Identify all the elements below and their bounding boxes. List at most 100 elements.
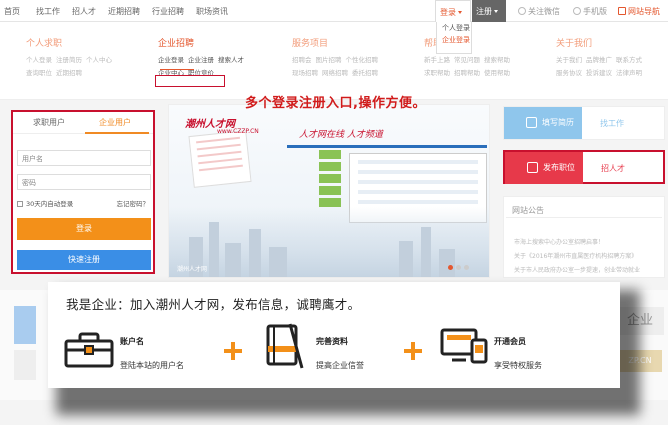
menu-column-title[interactable]: 个人求职 (26, 36, 116, 49)
skyline-tower (269, 247, 287, 277)
post-job-label: 发布职位 (543, 163, 575, 172)
banner-logo-url: www.CZZP.CN (217, 128, 259, 135)
resume-card: 填写简历 找工作 (503, 106, 665, 140)
menu-link[interactable]: 个人中心 (86, 56, 112, 64)
company-join-callout: 我是企业：加入潮州人才网，发布信息，诚聘鹰才。 账户名 登陆本站的用户名 完善资… (48, 282, 620, 388)
nav-recent-jobs[interactable]: 近期招聘 (108, 6, 140, 17)
tab-jobseeker[interactable]: 求职用户 (33, 117, 65, 128)
notice-item[interactable]: 市海上搜索中心办公室招聘启事！ (514, 237, 604, 246)
active-tab-underline (85, 132, 149, 134)
menu-link[interactable]: 投诉建议 (586, 69, 612, 77)
remember-checkbox[interactable] (17, 201, 23, 207)
banner-menu-graphic (319, 150, 341, 210)
step-profile-desc: 提高企业信誉 (316, 361, 364, 370)
menu-link[interactable]: 服务协议 (556, 69, 582, 77)
menu-column-services: 服务项目 招聘会 图片招聘 个性化招聘 现场招聘 网络招聘 委托招聘 (292, 36, 382, 80)
personal-login-option[interactable]: 个人登录 (437, 22, 471, 34)
password-input[interactable]: 密码 (17, 174, 151, 190)
banner-carousel[interactable]: 潮州人才网 www.CZZP.CN 人才网在线 人才频道 潮州人才网 (168, 104, 490, 278)
banner-screen-line (358, 160, 478, 164)
notice-item[interactable]: 关于市人民政府办公室一步提速，创业带动就业 (514, 265, 640, 274)
banner-document-line (197, 150, 242, 158)
menu-link[interactable]: 个人登录 (26, 56, 52, 64)
step-member-desc: 享受特权服务 (494, 361, 542, 370)
menu-link[interactable]: 近期招聘 (56, 69, 82, 77)
notice-item[interactable]: 关于《2016年潮州市直属医疗机构招聘方案》 (514, 251, 637, 260)
step-profile-title: 完善资料 (316, 337, 348, 346)
banner-pill (319, 162, 341, 171)
username-input[interactable]: 用户名 (17, 150, 151, 166)
nav-career-news[interactable]: 职场资讯 (196, 6, 228, 17)
menu-column-company: 企业招聘 企业登录 企业注册 搜索人才 企业中心 职位竞价 (158, 36, 248, 80)
plus-icon (224, 342, 242, 360)
menu-link[interactable]: 招聘帮助 (454, 69, 480, 77)
menu-link[interactable]: 关于我们 (556, 56, 582, 64)
login-dropdown: 个人登录 企业登录 (436, 22, 472, 54)
menu-link[interactable]: 图片招聘 (316, 56, 342, 64)
fill-resume-button[interactable]: 填写简历 (504, 107, 582, 139)
menu-link[interactable]: 联系方式 (616, 56, 642, 64)
forgot-password-link[interactable]: 忘记密码？ (117, 198, 150, 208)
banner-slogan: 人才网在线 人才频道 (299, 130, 383, 140)
recruit-talent-link[interactable]: 招人才 (601, 163, 625, 174)
carousel-dot[interactable] (464, 265, 469, 270)
menu-link[interactable]: 查询职位 (26, 69, 52, 77)
post-job-button[interactable]: 发布职位 (505, 152, 583, 184)
password-placeholder: 密码 (22, 179, 36, 187)
menu-column-title[interactable]: 关于我们 (556, 36, 646, 49)
login-button[interactable]: 登录 (17, 218, 151, 240)
site-notice: 网站公告 市海上搜索中心办公室招聘启事！ 关于《2016年潮州市直属医疗机构招聘… (503, 196, 665, 278)
menu-link[interactable]: 常见问题 (454, 56, 480, 64)
carousel-dots (445, 263, 469, 272)
step-account-title: 账户名 (120, 337, 144, 346)
mobile-link[interactable]: 手机版 (573, 6, 607, 17)
menu-column-title[interactable]: 企业招聘 (158, 36, 248, 49)
edit-icon (526, 117, 537, 128)
menu-link[interactable]: 搜索人才 (218, 56, 244, 64)
login-tabs: 求职用户 企业用户 (13, 112, 153, 134)
company-login-link[interactable]: 企业登录 (158, 56, 184, 64)
remember-me[interactable]: 30天内自动登录 (17, 198, 73, 208)
skyline-tower (225, 243, 241, 277)
menu-link[interactable]: 委托招聘 (352, 69, 378, 77)
wechat-icon (518, 7, 526, 15)
active-column-underline (160, 69, 194, 70)
login-menu-label: 登录 (440, 8, 456, 17)
quick-register-button[interactable]: 快速注册 (17, 250, 151, 270)
grid-icon (618, 7, 626, 15)
find-job-link[interactable]: 找工作 (600, 118, 624, 129)
register-menu-trigger[interactable]: 注册 (472, 0, 506, 22)
banner-pill (319, 150, 341, 159)
menu-link[interactable]: 网络招聘 (322, 69, 348, 77)
wechat-link[interactable]: 关注微信 (518, 6, 560, 17)
login-menu-trigger[interactable]: 登录 (435, 0, 471, 22)
menu-link[interactable]: 注册简历 (56, 56, 82, 64)
lower-thumb (14, 350, 36, 380)
menu-link[interactable]: 搜索帮助 (484, 56, 510, 64)
menu-link[interactable]: 个性化招聘 (346, 56, 379, 64)
nav-home[interactable]: 首页 (4, 6, 20, 17)
menu-link[interactable]: 法律声明 (616, 69, 642, 77)
site-nav-link[interactable]: 网站导航 (618, 6, 660, 17)
menu-column-jobseeker: 个人求职 个人登录 注册简历 个人中心 查询职位 近期招聘 (26, 36, 116, 80)
menu-link[interactable]: 求职帮助 (424, 69, 450, 77)
tab-company[interactable]: 企业用户 (99, 117, 131, 128)
nav-industry-jobs[interactable]: 行业招聘 (152, 6, 184, 17)
company-register-link[interactable]: 企业注册 (188, 56, 214, 64)
menu-link[interactable]: 新手上路 (424, 56, 450, 64)
menu-column-title[interactable]: 服务项目 (292, 36, 382, 49)
banner-document-graphic (188, 130, 252, 188)
carousel-dot[interactable] (456, 265, 461, 270)
skyline-tower (421, 227, 431, 277)
notebook-pen-icon (266, 323, 304, 369)
menu-link[interactable]: 现场招聘 (292, 69, 318, 77)
phone-icon (573, 7, 581, 15)
nav-find-talent[interactable]: 招人才 (72, 6, 96, 17)
menu-link[interactable]: 品牌推广 (586, 56, 612, 64)
banner-screen-line (358, 200, 478, 204)
carousel-dot[interactable] (448, 265, 453, 270)
menu-link[interactable]: 招聘会 (292, 56, 312, 64)
nav-find-job[interactable]: 找工作 (36, 6, 60, 17)
menu-link[interactable]: 使用帮助 (484, 69, 510, 77)
company-login-option[interactable]: 企业登录 (437, 34, 471, 46)
